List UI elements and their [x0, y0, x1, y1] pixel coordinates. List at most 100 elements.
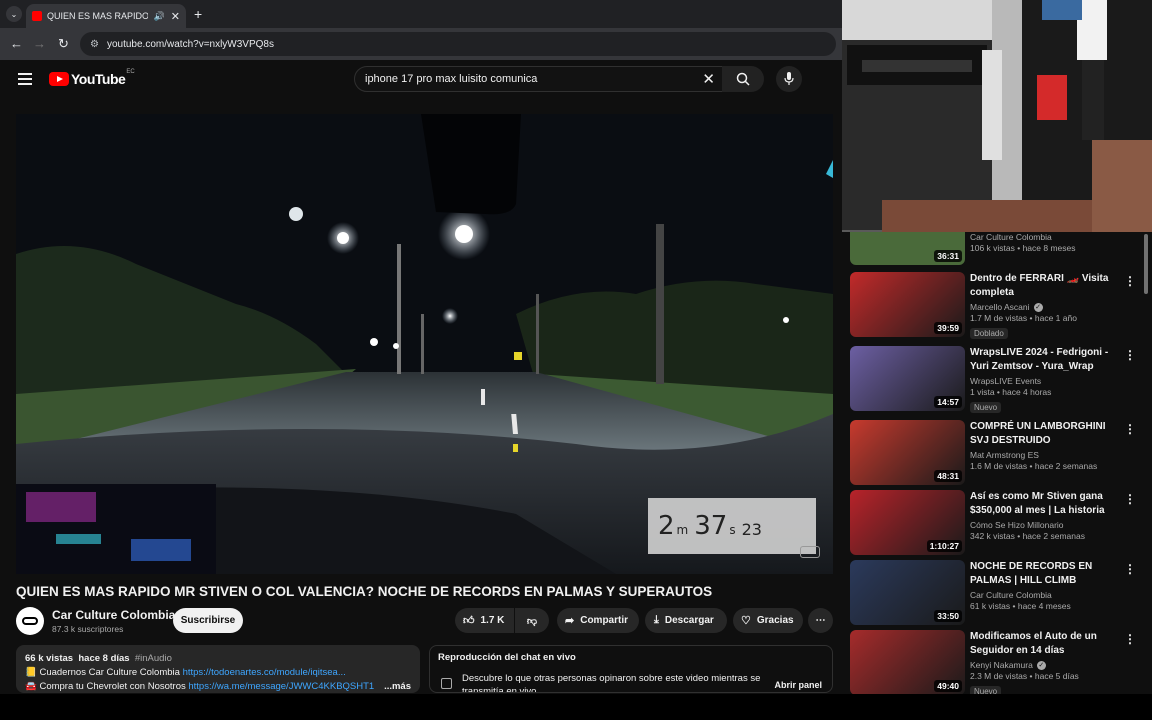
duration-badge: 39:59 [934, 322, 962, 334]
description-line-1-text: 📒 Cuadernos Car Culture Colombia [25, 667, 183, 678]
verified-check-icon: ✓ [1036, 660, 1046, 670]
related-video[interactable]: 48:31 COMPRÉ UN LAMBORGHINI SVJ DESTRUIDO… [850, 420, 1146, 486]
video-stats: 1.6 M de vistas • hace 2 semanas [970, 461, 1098, 471]
related-video[interactable]: 49:40 Modificamos el Auto de un Seguidor … [850, 630, 1146, 694]
channel-name: Kenyi Nakamura [970, 660, 1033, 670]
description-link-1[interactable]: https://todoenartes.co/module/iqitsea... [183, 667, 346, 678]
like-button[interactable]: 👍︎ 1.7 K [455, 608, 514, 633]
video-meta: Car Culture Colombia 106 k vistas • hace… [970, 232, 1120, 253]
hashtag-link[interactable]: #inAudio [135, 653, 172, 664]
related-video[interactable]: 39:59 Dentro de FERRARI 🏎️ Visita complet… [850, 272, 1146, 339]
video-thumbnail: 33:50 [850, 560, 965, 625]
sidebar-scrollbar[interactable] [1144, 232, 1148, 694]
back-icon[interactable]: ← [10, 36, 23, 51]
verified-check-icon: ✓ [1033, 302, 1043, 312]
channel-name-row: Car Culture Colombia [970, 590, 1120, 600]
related-video-partial[interactable]: 36:31 Car Culture Colombia 106 k vistas … [850, 232, 1146, 266]
more-options-icon[interactable]: ⋮ [1124, 562, 1136, 576]
video-stats: 2.3 M de vistas • hace 5 días [970, 671, 1079, 681]
thanks-button[interactable]: ♡ Gracias [733, 608, 803, 633]
webcam-feed [842, 0, 1152, 232]
show-more-button[interactable]: ...más [380, 680, 411, 693]
duration-badge: 48:31 [934, 470, 962, 482]
search-input[interactable]: iphone 17 pro max luisito comunica ✕ [354, 66, 724, 92]
video-stats: 61 k vistas • hace 4 meses [970, 601, 1071, 611]
channel-name: Car Culture Colombia [970, 590, 1052, 600]
description-link-2[interactable]: https://wa.me/message/JWWC4KKBQSHT1 [188, 681, 374, 692]
channel-name[interactable]: Car Culture Colombia [52, 608, 175, 622]
video-thumbnail: 1:10:27 [850, 490, 965, 555]
logo-text: YouTube [71, 71, 126, 87]
video-player[interactable]: 2 m 37 s 23 [16, 114, 833, 574]
video-title: Dentro de FERRARI 🏎️ Visita completa [970, 273, 1109, 298]
new-tab-button[interactable]: + [194, 6, 202, 22]
share-label: Compartir [580, 615, 629, 626]
timer-seconds-unit: s [729, 523, 736, 537]
channel-avatar[interactable] [16, 607, 44, 635]
subscriber-count: 87.3 k suscriptores [52, 624, 124, 634]
channel-name: Marcello Ascani [970, 302, 1030, 312]
video-meta: Así es como Mr Stiven gana $350,000 al m… [970, 490, 1120, 541]
channel-name-row: WrapsLIVE Events [970, 376, 1120, 386]
taskbar-strip [0, 694, 1152, 720]
url-text: youtube.com/watch?v=nxlyW3VPQ8s [106, 38, 274, 50]
channel-name: Cómo Se Hizo Millonario [970, 520, 1064, 530]
region-code: EC [126, 69, 135, 75]
share-button[interactable]: ➦ Compartir [557, 608, 639, 633]
video-title: WrapsLIVE 2024 - Fedrigoni - Yuri Zemtso… [970, 347, 1109, 372]
more-options-icon[interactable]: ⋮ [1124, 422, 1136, 436]
tab-title: QUIEN ES MAS RAPIDO MR STIVEN [47, 11, 148, 21]
url-field[interactable]: ⚙ youtube.com/watch?v=nxlyW3VPQ8s [80, 32, 836, 56]
channel-name-row: Mat Armstrong ES [970, 450, 1120, 460]
more-options-icon[interactable]: ⋮ [1124, 632, 1136, 646]
site-info-icon[interactable]: ⚙ [90, 39, 99, 50]
voice-search-button[interactable] [776, 66, 802, 92]
search-icon [736, 72, 750, 86]
youtube-play-icon [49, 72, 69, 86]
related-video[interactable]: 1:10:27 Así es como Mr Stiven gana $350,0… [850, 490, 1146, 556]
scrollbar-thumb[interactable] [1144, 234, 1148, 294]
menu-icon[interactable] [18, 73, 32, 88]
reload-icon[interactable]: ↻ [58, 36, 69, 52]
download-icon: ⤓ [654, 614, 659, 626]
related-video[interactable]: 33:50 NOCHE DE RECORDS EN PALMAS | HILL C… [850, 560, 1146, 626]
chat-icon [441, 678, 452, 689]
video-badge: Nuevo [970, 686, 1002, 694]
thumbs-up-icon: 👍︎ [463, 615, 475, 627]
microphone-icon [784, 72, 794, 85]
more-options-icon[interactable]: ⋮ [1124, 348, 1136, 362]
video-thumbnail: 48:31 [850, 420, 965, 485]
video-thumbnail: 14:57 [850, 346, 965, 411]
watermark-icon [800, 546, 820, 558]
browser-tab[interactable]: QUIEN ES MAS RAPIDO MR STIVEN 🔊 ✕ [26, 4, 186, 28]
subscribe-button[interactable]: Suscribirse [173, 608, 243, 633]
tab-search-button[interactable]: ⌄ [6, 6, 22, 22]
related-video[interactable]: 14:57 WrapsLIVE 2024 - Fedrigoni - Yuri Z… [850, 346, 1146, 415]
video-thumbnail: 49:40 [850, 630, 965, 694]
more-options-icon[interactable]: ⋮ [1124, 274, 1136, 288]
audio-playing-icon[interactable]: 🔊 [154, 11, 165, 22]
download-button[interactable]: ⤓ Descargar [645, 608, 727, 633]
more-actions-button[interactable]: ⋯ [808, 608, 833, 633]
duration-badge: 36:31 [934, 250, 962, 262]
heart-dollar-icon: ♡ [741, 615, 751, 627]
video-meta: WrapsLIVE 2024 - Fedrigoni - Yuri Zemtso… [970, 346, 1120, 415]
youtube-logo[interactable]: YouTube EC [49, 69, 135, 87]
forward-icon[interactable]: → [33, 36, 46, 51]
channel-name-row: Cómo Se Hizo Millonario [970, 520, 1120, 530]
download-label: Descargar [664, 615, 714, 626]
video-title: Modificamos el Auto de un Seguidor en 14… [970, 631, 1097, 656]
chat-replay-heading: Reproducción del chat en vivo [438, 652, 576, 663]
video-badge: Nuevo [970, 402, 1002, 413]
more-options-icon[interactable]: ⋮ [1124, 492, 1136, 506]
video-title: QUIEN ES MAS RAPIDO MR STIVEN O COL VALE… [16, 584, 713, 599]
description-box[interactable]: 66 k vistas hace 8 días #inAudio 📒 Cuade… [16, 645, 420, 693]
clear-search-icon[interactable]: ✕ [702, 70, 715, 88]
search-button[interactable] [722, 66, 764, 92]
lap-timer-overlay: 2 m 37 s 23 [648, 498, 816, 554]
youtube-header: YouTube EC iphone 17 pro max luisito com… [0, 60, 842, 100]
dislike-button[interactable]: 👎︎ [515, 608, 549, 633]
video-thumbnail: 39:59 [850, 272, 965, 337]
tab-close-icon[interactable]: ✕ [171, 10, 180, 23]
open-panel-button[interactable]: Abrir panel [774, 680, 822, 690]
